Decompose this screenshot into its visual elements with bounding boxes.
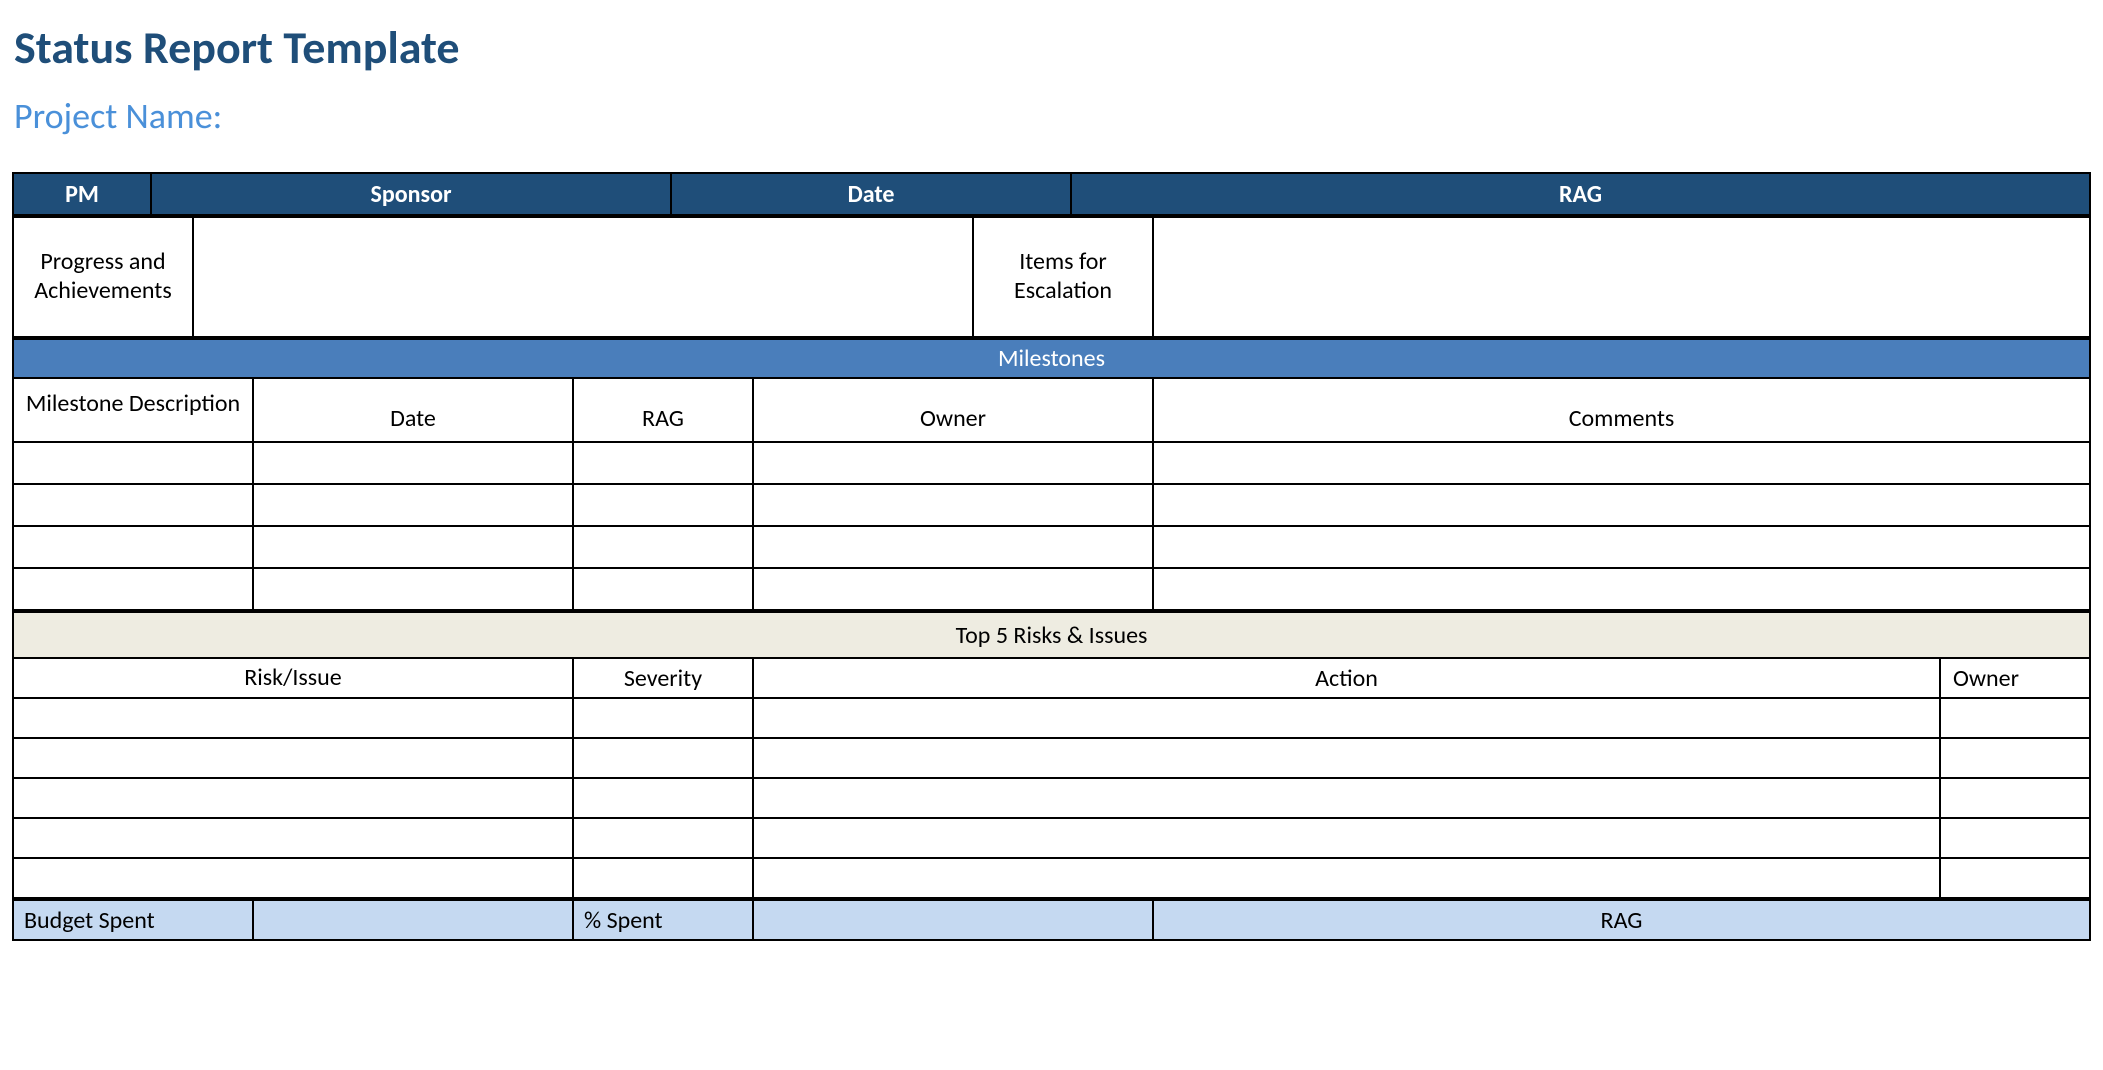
risk-col-owner: Owner [1940,658,2090,698]
hdr-sponsor: Sponsor [151,173,671,215]
risk-col-severity: Severity [573,658,753,698]
budget-spent-label: Budget Spent [13,900,253,940]
escalation-label: Items for Escalation [973,217,1153,337]
escalation-cell[interactable] [1153,217,2090,337]
milestones-table: Milestones Milestone Description Date RA… [12,338,2091,611]
risk-row[interactable] [13,858,2090,898]
milestone-row[interactable] [13,442,2090,484]
milestone-col-owner: Owner [753,378,1153,442]
milestone-col-comments: Comments [1153,378,2090,442]
risk-row[interactable] [13,818,2090,858]
page-title: Status Report Template [14,20,2091,76]
milestone-row[interactable] [13,568,2090,610]
budget-spent-cell[interactable] [253,900,573,940]
summary-header-table: PM Sponsor Date RAG [12,172,2091,216]
milestone-col-date: Date [253,378,573,442]
hdr-rag: RAG [1071,173,2090,215]
budget-table: Budget Spent % Spent RAG [12,899,2091,941]
hdr-date: Date [671,173,1071,215]
progress-escalation-table: Progress and Achievements Items for Esca… [12,216,2091,338]
risk-row[interactable] [13,738,2090,778]
progress-cell[interactable] [193,217,973,337]
milestone-col-rag: RAG [573,378,753,442]
milestones-band: Milestones [13,339,2090,378]
project-name-label: Project Name: [14,94,2091,138]
risks-band: Top 5 Risks & Issues [13,612,2090,658]
milestone-row[interactable] [13,484,2090,526]
milestone-col-desc: Milestone Description [13,378,253,442]
budget-rag-label: RAG [1153,900,2090,940]
risk-col-risk: Risk/Issue [13,658,573,698]
budget-pct-label: % Spent [573,900,753,940]
risk-row[interactable] [13,698,2090,738]
risks-table: Top 5 Risks & Issues Risk/Issue Severity… [12,611,2091,899]
progress-label: Progress and Achievements [13,217,193,337]
hdr-pm: PM [13,173,151,215]
milestone-row[interactable] [13,526,2090,568]
budget-pct-cell[interactable] [753,900,1153,940]
risk-col-action: Action [753,658,1940,698]
risk-row[interactable] [13,778,2090,818]
